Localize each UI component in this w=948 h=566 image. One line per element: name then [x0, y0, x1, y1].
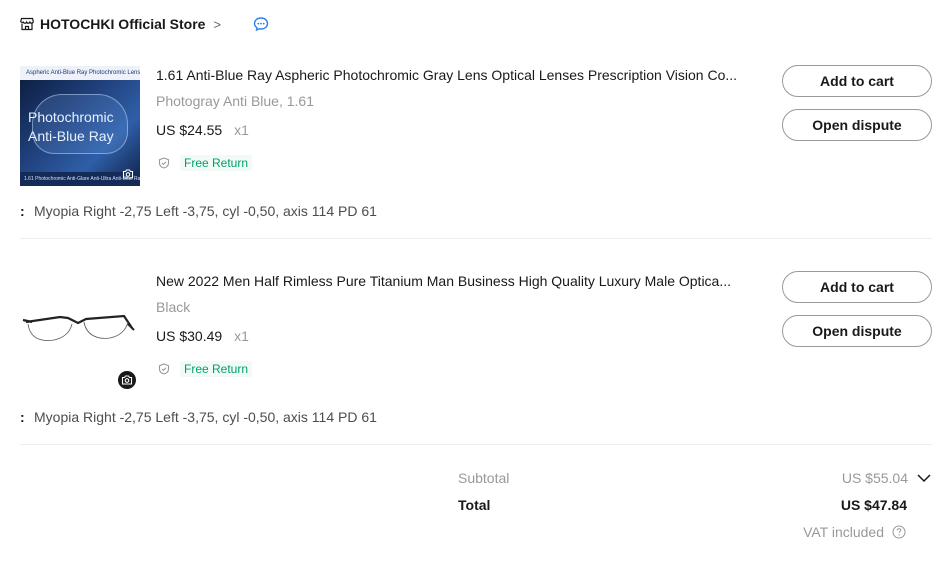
total-value: US $47.84	[840, 497, 907, 513]
note-colon: :	[20, 409, 25, 425]
add-to-cart-button[interactable]: Add to cart	[782, 65, 932, 97]
product-quantity: x1	[234, 328, 249, 344]
divider	[20, 444, 932, 445]
note-colon: :	[20, 203, 25, 219]
product-quantity: x1	[234, 122, 249, 138]
subtotal-label: Subtotal	[458, 470, 510, 486]
item-note: : Myopia Right -2,75 Left -3,75, cyl -0,…	[20, 203, 377, 219]
product-variant: Photogray Anti Blue, 1.61	[156, 93, 314, 109]
vat-label: VAT included	[803, 524, 884, 540]
item-note-text: Myopia Right -2,75 Left -3,75, cyl -0,50…	[34, 203, 377, 219]
subtotal-value: US $55.04	[841, 470, 908, 486]
product-image[interactable]	[20, 272, 140, 392]
total-row: Total US $47.84	[458, 497, 932, 513]
subtotal-row[interactable]: Subtotal US $55.04	[458, 470, 932, 486]
shield-check-icon	[156, 155, 172, 171]
chevron-right-icon[interactable]: >	[213, 17, 221, 32]
total-label: Total	[458, 497, 491, 513]
product-price: US $24.55	[156, 122, 223, 138]
price-row: US $24.55 x1	[156, 122, 249, 138]
camera-icon[interactable]	[118, 371, 136, 389]
add-to-cart-button[interactable]: Add to cart	[782, 271, 932, 303]
item-note-text: Myopia Right -2,75 Left -3,75, cyl -0,50…	[34, 409, 377, 425]
product-image-banner: Aspheric Anti-Blue Ray Photochromic Lens…	[20, 66, 140, 80]
product-title-link[interactable]: New 2022 Men Half Rimless Pure Titanium …	[156, 273, 756, 289]
product-image[interactable]: Aspheric Anti-Blue Ray Photochromic Lens…	[20, 66, 140, 186]
product-variant: Black	[156, 299, 191, 315]
product-image-caption: Photochromic Anti-Blue Ray	[28, 109, 114, 144]
price-row: US $30.49 x1	[156, 328, 249, 344]
vat-row: VAT included	[458, 524, 932, 540]
camera-icon[interactable]	[119, 165, 137, 183]
free-return-row: Free Return	[156, 155, 253, 171]
help-icon[interactable]	[892, 525, 906, 539]
shield-check-icon	[156, 361, 172, 377]
open-dispute-button[interactable]: Open dispute	[782, 315, 932, 347]
chevron-down-icon[interactable]	[916, 470, 932, 486]
product-price: US $30.49	[156, 328, 223, 344]
free-return-badge: Free Return	[180, 361, 253, 377]
store-name-link[interactable]: HOTOCHKI Official Store	[40, 16, 205, 32]
item-note: : Myopia Right -2,75 Left -3,75, cyl -0,…	[20, 409, 377, 425]
product-title-link[interactable]: 1.61 Anti-Blue Ray Aspheric Photochromic…	[156, 67, 756, 83]
free-return-badge: Free Return	[180, 155, 253, 171]
store-header[interactable]: HOTOCHKI Official Store >	[20, 12, 269, 36]
open-dispute-button[interactable]: Open dispute	[782, 109, 932, 141]
chat-icon[interactable]	[253, 16, 269, 32]
free-return-row: Free Return	[156, 361, 253, 377]
store-icon	[20, 17, 34, 31]
divider	[20, 238, 932, 239]
